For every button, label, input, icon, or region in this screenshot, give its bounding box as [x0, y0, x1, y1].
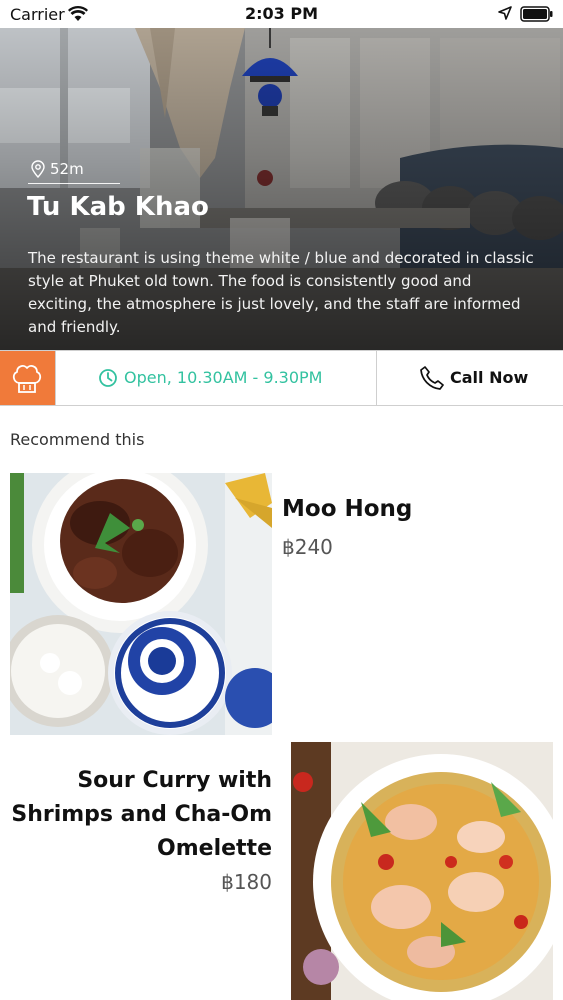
location-arrow-icon [498, 6, 512, 20]
call-now-button[interactable]: Call Now [376, 351, 563, 405]
recommend-heading: Recommend this [10, 430, 145, 449]
dish-price: ฿240 [282, 535, 333, 559]
phone-icon [420, 366, 444, 390]
opening-hours: Open, 10.30AM - 9.30PM [55, 351, 376, 405]
distance-indicator: 52m [28, 158, 120, 184]
status-time: 2:03 PM [244, 4, 318, 23]
call-now-label: Call Now [450, 368, 529, 387]
dish-price: ฿180 [221, 870, 272, 894]
battery-icon [520, 6, 553, 22]
restaurant-description: The restaurant is using theme white / bl… [28, 249, 534, 336]
action-bar: Open, 10.30AM - 9.30PM Call Now [0, 350, 563, 406]
moo-hong-photo[interactable] [10, 473, 272, 735]
dish-name: Sour Curry with Shrimps and Cha-Om Omele… [11, 768, 272, 861]
opening-hours-text: Open, 10.30AM - 9.30PM [124, 368, 323, 387]
clock-icon [99, 369, 117, 387]
chef-hat-icon [12, 365, 42, 393]
chef-button[interactable] [0, 351, 55, 405]
dish-name: Moo Hong [282, 496, 413, 522]
sour-curry-photo[interactable] [291, 742, 553, 1000]
restaurant-name: Tu Kab Khao [27, 192, 209, 222]
restaurant-hero: 52m Tu Kab Khao The restaurant is using … [0, 28, 563, 350]
status-bar: Carrier 2:03 PM [0, 0, 563, 28]
distance-value: 52m [50, 160, 84, 178]
map-pin-icon [31, 160, 45, 178]
